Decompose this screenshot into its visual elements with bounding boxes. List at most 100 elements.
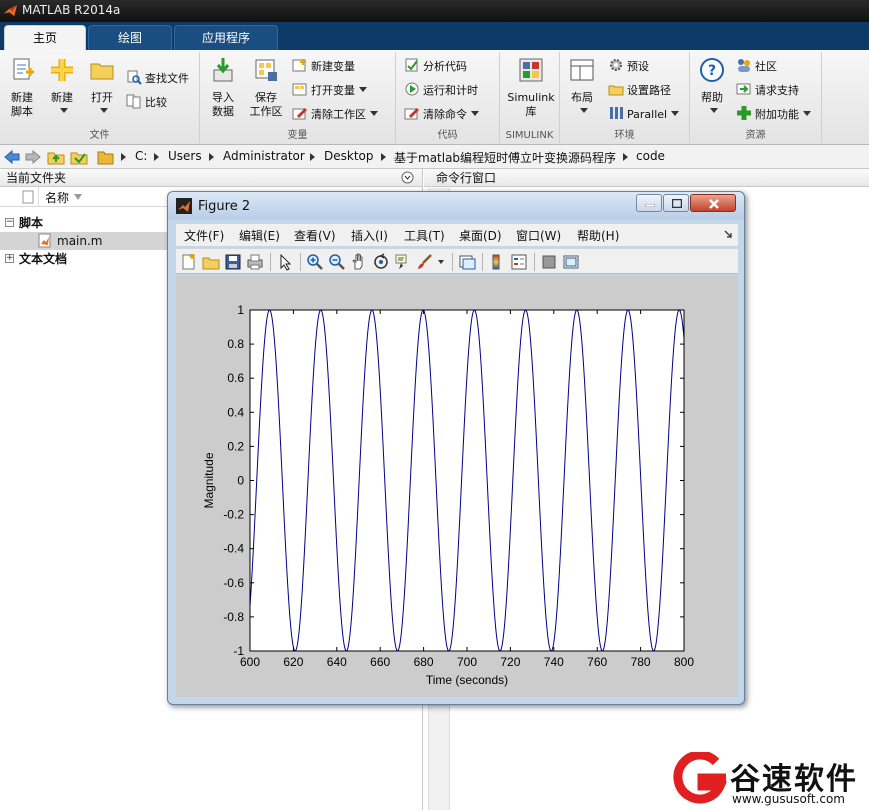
chevron-down-icon (370, 111, 378, 116)
addons-button[interactable]: 附加功能 (736, 105, 811, 125)
menu-file[interactable]: 文件(F) (184, 227, 224, 244)
community-label: 社区 (755, 60, 777, 73)
open-variable-button[interactable]: 打开变量 (292, 81, 367, 101)
help-button[interactable]: ? 帮助 (694, 56, 730, 119)
minimize-icon (645, 204, 655, 207)
analyze-code-button[interactable]: 分析代码 (404, 57, 467, 77)
ribbon-tabbar: 主页 绘图 应用程序 (0, 22, 869, 50)
preferences-button[interactable]: 预设 (608, 57, 649, 77)
y-tick-label: 0.4 (227, 405, 244, 419)
x-tick-label: 660 (370, 655, 390, 669)
new-script-icon (13, 58, 34, 80)
layout-button[interactable]: 布局 (564, 56, 600, 119)
maximize-button[interactable] (663, 194, 689, 212)
compare-icon (126, 94, 141, 109)
up-folder-icon[interactable] (47, 149, 65, 165)
brush-icon[interactable] (416, 253, 434, 271)
parallel-button[interactable]: Parallel (608, 105, 680, 125)
breadcrumb-separator-icon (121, 153, 126, 161)
figure-window[interactable]: Figure 2 文件(F) 编辑(E) 查看(V) 插入(I) 工具(T) 桌… (167, 191, 745, 705)
matlab-logo-icon (176, 198, 192, 214)
tab-apps[interactable]: 应用程序 (174, 25, 278, 50)
chevron-down-icon (803, 111, 811, 116)
new-variable-button[interactable]: 新建变量 (292, 57, 355, 77)
expand-icon[interactable]: + (5, 254, 14, 263)
current-folder-title: 当前文件夹 (6, 171, 67, 185)
open-button[interactable]: 打开 (84, 56, 120, 119)
menu-tools[interactable]: 工具(T) (404, 227, 445, 244)
sort-arrow-icon (74, 194, 82, 200)
menu-view[interactable]: 查看(V) (294, 227, 336, 244)
new-button[interactable]: 新建 (44, 56, 80, 119)
plot-area[interactable] (250, 310, 684, 651)
file-group-label: 文件 (89, 130, 110, 141)
find-files-label: 查找文件 (145, 72, 189, 85)
chevron-down-icon[interactable] (438, 260, 444, 264)
edit-plot-arrow-icon[interactable] (276, 253, 294, 271)
clear-workspace-icon (292, 107, 308, 120)
tab-plots[interactable]: 绘图 (88, 25, 172, 50)
line-chart[interactable]: 600 620 640 660 680 700 720 740 760 780 80010.80.6… (176, 275, 738, 697)
community-button[interactable]: 社区 (736, 57, 777, 77)
new-figure-icon[interactable] (180, 253, 198, 271)
clear-commands-button[interactable]: 清除命令 (404, 105, 479, 125)
simulink-library-button[interactable]: Simulink 库 (504, 56, 558, 119)
set-path-icon (608, 85, 624, 96)
column-name-label[interactable]: 名称 (45, 189, 69, 206)
breadcrumb-project-folder[interactable]: 基于matlab编程短时傅立叶变换源码程序 (394, 149, 616, 166)
rotate-3d-icon[interactable] (372, 253, 390, 271)
ribbon: 新建 脚本 新建 打开 查找文件 比较 文件 导入 数据 保存 工作区 新建变量… (0, 50, 869, 145)
clear-workspace-button[interactable]: 清除工作区 (292, 105, 378, 125)
x-tick-label: 640 (327, 655, 347, 669)
toolbar-separator (300, 253, 301, 271)
zoom-out-icon[interactable] (328, 253, 346, 271)
print-figure-icon[interactable] (246, 253, 264, 271)
tab-home[interactable]: 主页 (4, 25, 86, 50)
new-label: 新建 (51, 91, 73, 104)
close-button[interactable] (690, 194, 736, 212)
save-figure-icon[interactable] (224, 253, 242, 271)
x-tick-label: 780 (631, 655, 651, 669)
import-data-button[interactable]: 导入 数据 (206, 56, 240, 119)
show-plot-tools-icon[interactable] (562, 253, 580, 271)
new-variable-icon (292, 59, 306, 72)
set-path-button[interactable]: 设置路径 (608, 81, 671, 101)
figure-canvas[interactable]: 600 620 640 660 680 700 720 740 760 780 800 1 0.8 0.6… (176, 275, 738, 697)
breadcrumb-administrator[interactable]: Administrator (223, 149, 305, 163)
hide-plot-tools-icon[interactable] (540, 253, 558, 271)
compare-label: 比较 (145, 96, 167, 109)
y-tick-label: -1 (233, 644, 244, 658)
breadcrumb-users[interactable]: Users (168, 149, 202, 163)
save-workspace-button[interactable]: 保存 工作区 (246, 56, 286, 119)
menu-edit[interactable]: 编辑(E) (239, 227, 280, 244)
figure-titlebar[interactable]: Figure 2 (168, 192, 744, 220)
forward-arrow-icon[interactable] (24, 149, 42, 165)
breadcrumb-desktop[interactable]: Desktop (324, 149, 374, 163)
find-files-icon (127, 70, 142, 85)
breadcrumb-code[interactable]: code (636, 149, 665, 163)
breadcrumb-drive[interactable]: C: (135, 149, 147, 163)
browse-folder-icon[interactable] (70, 149, 88, 165)
data-cursor-icon[interactable] (394, 253, 412, 271)
collapse-icon[interactable]: − (5, 218, 14, 227)
menu-insert[interactable]: 插入(I) (351, 227, 388, 244)
request-support-button[interactable]: 请求支持 (736, 81, 799, 101)
dock-arrow-icon[interactable] (724, 230, 732, 238)
panel-actions-icon[interactable] (401, 171, 414, 184)
menu-desktop[interactable]: 桌面(D) (459, 227, 502, 244)
legend-icon[interactable] (510, 253, 528, 271)
run-and-time-button[interactable]: 运行和计时 (404, 81, 478, 101)
minimize-button[interactable] (636, 194, 662, 212)
find-files-button[interactable]: 查找文件 (126, 69, 189, 89)
new-script-button[interactable]: 新建 脚本 (4, 56, 40, 119)
back-arrow-icon[interactable] (3, 149, 21, 165)
pan-hand-icon[interactable] (350, 253, 368, 271)
link-plot-icon[interactable] (458, 253, 476, 271)
community-icon (738, 59, 750, 72)
zoom-in-icon[interactable] (306, 253, 324, 271)
colorbar-icon[interactable] (488, 253, 506, 271)
compare-button[interactable]: 比较 (126, 93, 167, 113)
menu-window[interactable]: 窗口(W) (516, 227, 561, 244)
open-file-icon[interactable] (202, 253, 220, 271)
menu-help[interactable]: 帮助(H) (577, 227, 619, 244)
